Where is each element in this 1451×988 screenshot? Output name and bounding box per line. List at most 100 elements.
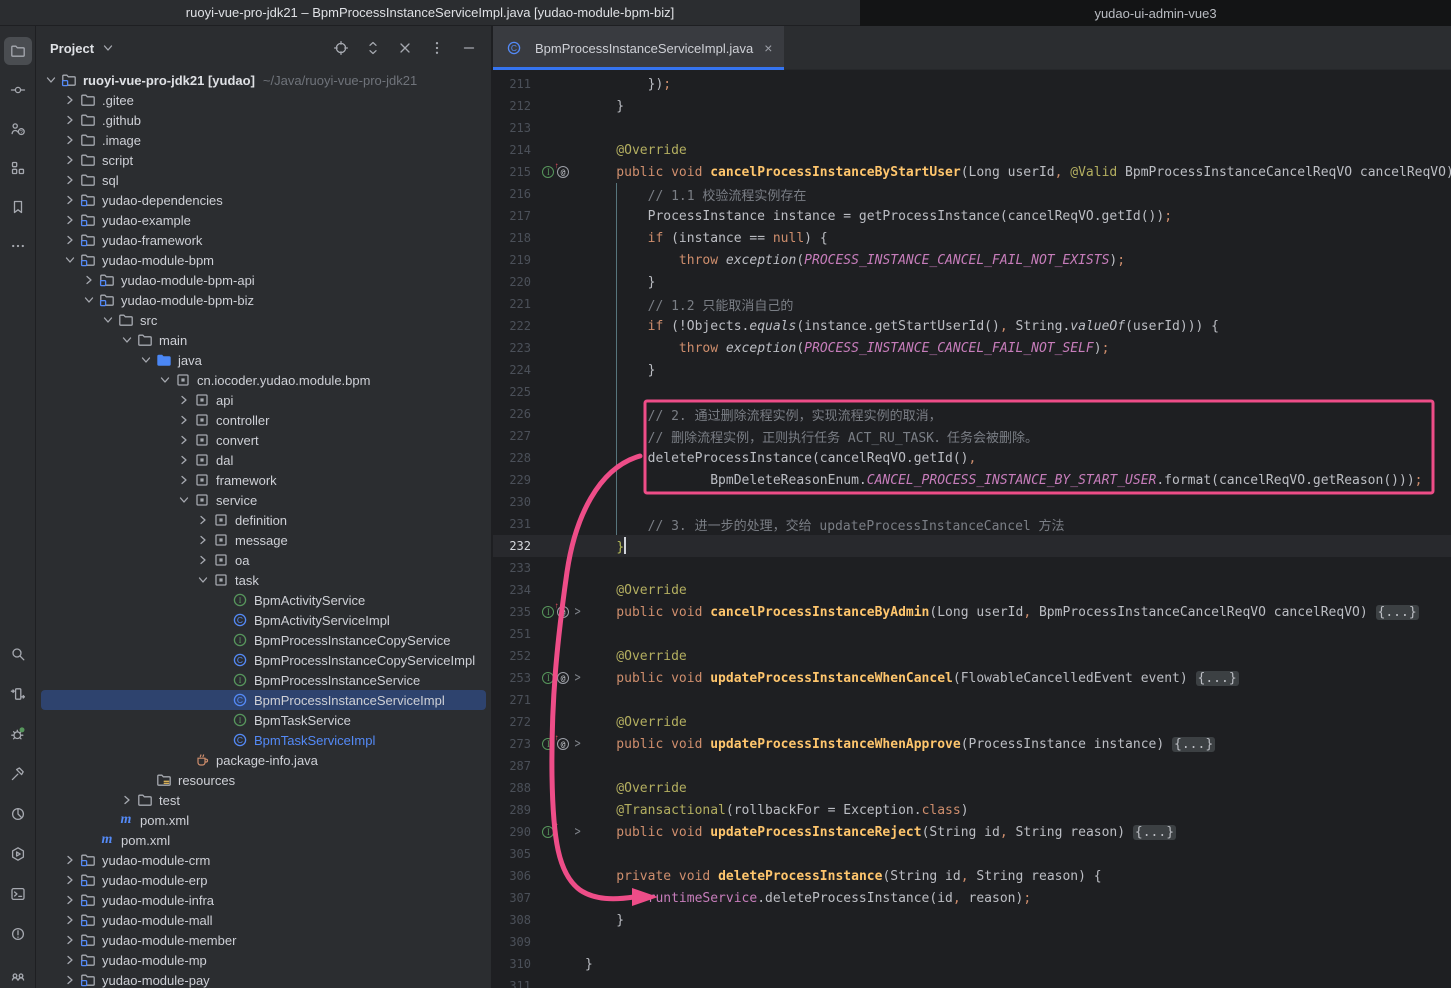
code-line-234[interactable]: 234 @Override xyxy=(493,579,1451,601)
chevron-right-icon[interactable] xyxy=(61,951,79,969)
tree-item-yudao-dependencies[interactable]: yudao-dependencies xyxy=(36,190,493,210)
code-line-311[interactable]: 311 xyxy=(493,975,1451,988)
code-line-223[interactable]: 223 throw exception(PROCESS_INSTANCE_CAN… xyxy=(493,337,1451,359)
profiler-tool-icon[interactable] xyxy=(4,800,32,828)
code-line-233[interactable]: 233 xyxy=(493,557,1451,579)
tree-item-bpmprocessinstanceserviceimpl[interactable]: CBpmProcessInstanceServiceImpl xyxy=(36,690,493,710)
tree-item-yudao-module-mall[interactable]: yudao-module-mall xyxy=(36,910,493,930)
tree-item-yudao-module-pay[interactable]: yudao-module-pay xyxy=(36,970,493,988)
search-tool-icon[interactable] xyxy=(4,640,32,668)
code-line-310[interactable]: 310} xyxy=(493,953,1451,975)
code-line-214[interactable]: 214 @Override xyxy=(493,139,1451,161)
code-line-308[interactable]: 308 } xyxy=(493,909,1451,931)
chevron-right-icon[interactable] xyxy=(61,931,79,949)
chevron-right-icon[interactable] xyxy=(61,91,79,109)
chevron-right-icon[interactable] xyxy=(194,551,212,569)
code-line-272[interactable]: 272 @Override xyxy=(493,711,1451,733)
code-line-305[interactable]: 305 xyxy=(493,843,1451,865)
code-line-229[interactable]: 229 BpmDeleteReasonEnum.CANCEL_PROCESS_I… xyxy=(493,469,1451,491)
tree-item-.github[interactable]: .github xyxy=(36,110,493,130)
code-line-232[interactable]: 232 } xyxy=(493,535,1451,557)
chevron-right-icon[interactable] xyxy=(175,471,193,489)
chevron-down-icon[interactable] xyxy=(61,251,79,269)
tree-item-framework[interactable]: framework xyxy=(36,470,493,490)
debug-tool-icon[interactable] xyxy=(4,720,32,748)
chevron-down-icon[interactable] xyxy=(137,351,155,369)
tree-item-yudao-framework[interactable]: yudao-framework xyxy=(36,230,493,250)
chevron-right-icon[interactable] xyxy=(61,131,79,149)
code-line-289[interactable]: 289 @Transactional(rollbackFor = Excepti… xyxy=(493,799,1451,821)
chevron-down-icon[interactable] xyxy=(194,571,212,589)
tree-item-sql[interactable]: sql xyxy=(36,170,493,190)
chevron-right-icon[interactable] xyxy=(118,791,136,809)
chevron-right-icon[interactable] xyxy=(175,451,193,469)
tree-item-.image[interactable]: .image xyxy=(36,130,493,150)
chevron-right-icon[interactable] xyxy=(194,531,212,549)
chevron-down-icon[interactable] xyxy=(156,371,174,389)
bookmarks-tool-icon[interactable] xyxy=(4,193,32,221)
hide-panel-icon[interactable] xyxy=(459,38,479,58)
terminal-tool-icon[interactable] xyxy=(4,880,32,908)
chevron-right-icon[interactable] xyxy=(61,111,79,129)
code-line-216[interactable]: 216 // 1.1 校验流程实例存在 xyxy=(493,183,1451,205)
code-line-225[interactable]: 225 xyxy=(493,381,1451,403)
tree-item-yudao-module-erp[interactable]: yudao-module-erp xyxy=(36,870,493,890)
code-line-287[interactable]: 287 xyxy=(493,755,1451,777)
fold-chevron-icon[interactable]: > xyxy=(570,671,585,686)
chevron-down-icon[interactable] xyxy=(80,291,98,309)
chevron-right-icon[interactable] xyxy=(61,971,79,988)
close-icon[interactable]: × xyxy=(764,40,772,56)
chevron-down-icon[interactable] xyxy=(175,491,193,509)
project-tool-icon[interactable] xyxy=(4,37,32,65)
code-line-271[interactable]: 271 xyxy=(493,689,1451,711)
code-line-251[interactable]: 251 xyxy=(493,623,1451,645)
chevron-down-icon[interactable] xyxy=(42,71,60,89)
chevron-right-icon[interactable] xyxy=(175,431,193,449)
tree-item-yudao-module-mp[interactable]: yudao-module-mp xyxy=(36,950,493,970)
code-line-309[interactable]: 309 xyxy=(493,931,1451,953)
services-tool-icon[interactable] xyxy=(4,840,32,868)
chevron-right-icon[interactable] xyxy=(61,911,79,929)
structure-tool-icon[interactable] xyxy=(4,154,32,182)
tree-item-yudao-module-crm[interactable]: yudao-module-crm xyxy=(36,850,493,870)
code-with-me-icon[interactable] xyxy=(4,960,32,988)
project-panel-title[interactable]: Project xyxy=(50,41,94,56)
tree-item-definition[interactable]: definition xyxy=(36,510,493,530)
tree-item-yudao-module-infra[interactable]: yudao-module-infra xyxy=(36,890,493,910)
tree-item-message[interactable]: message xyxy=(36,530,493,550)
code-line-224[interactable]: 224 } xyxy=(493,359,1451,381)
tree-item-.gitee[interactable]: .gitee xyxy=(36,90,493,110)
code-line-231[interactable]: 231 // 3. 进一步的处理，交给 updateProcessInstanc… xyxy=(493,513,1451,535)
tree-item-resources[interactable]: resources xyxy=(36,770,493,790)
tree-item-task[interactable]: task xyxy=(36,570,493,590)
tree-item-yudao-module-bpm[interactable]: yudao-module-bpm xyxy=(36,250,493,270)
code-line-307[interactable]: 307 runtimeService.deleteProcessInstance… xyxy=(493,887,1451,909)
tree-item-yudao-module-bpm-biz[interactable]: yudao-module-bpm-biz xyxy=(36,290,493,310)
commit-tool-icon[interactable] xyxy=(4,76,32,104)
code-line-253[interactable]: 253I↑@> public void updateProcessInstanc… xyxy=(493,667,1451,689)
chevron-down-icon[interactable] xyxy=(118,331,136,349)
tree-item-cn.iocoder.yudao.module.bpm[interactable]: cn.iocoder.yudao.module.bpm xyxy=(36,370,493,390)
tree-item-bpmprocessinstancecopyserviceimpl[interactable]: CBpmProcessInstanceCopyServiceImpl xyxy=(36,650,493,670)
tree-item-pom.xml[interactable]: mpom.xml xyxy=(36,830,493,850)
tree-item-pom.xml[interactable]: mpom.xml xyxy=(36,810,493,830)
tree-item-test[interactable]: test xyxy=(36,790,493,810)
code-line-306[interactable]: 306 private void deleteProcessInstance(S… xyxy=(493,865,1451,887)
chevron-right-icon[interactable] xyxy=(61,151,79,169)
tree-item-api[interactable]: api xyxy=(36,390,493,410)
code-line-213[interactable]: 213 xyxy=(493,117,1451,139)
chevron-right-icon[interactable] xyxy=(61,211,79,229)
chevron-right-icon[interactable] xyxy=(80,271,98,289)
code-line-217[interactable]: 217 ProcessInstance instance = getProces… xyxy=(493,205,1451,227)
problems-tool-icon[interactable] xyxy=(4,920,32,948)
code-line-230[interactable]: 230 xyxy=(493,491,1451,513)
tree-item-yudao-module-member[interactable]: yudao-module-member xyxy=(36,930,493,950)
chevron-down-icon[interactable] xyxy=(100,40,116,56)
chevron-down-icon[interactable] xyxy=(99,311,117,329)
tree-item-yudao-example[interactable]: yudao-example xyxy=(36,210,493,230)
tree-item-service[interactable]: service xyxy=(36,490,493,510)
tree-item-bpmprocessinstanceservice[interactable]: IBpmProcessInstanceService xyxy=(36,670,493,690)
code-line-219[interactable]: 219 throw exception(PROCESS_INSTANCE_CAN… xyxy=(493,249,1451,271)
tree-item-java[interactable]: java xyxy=(36,350,493,370)
options-kebab-icon[interactable] xyxy=(427,38,447,58)
